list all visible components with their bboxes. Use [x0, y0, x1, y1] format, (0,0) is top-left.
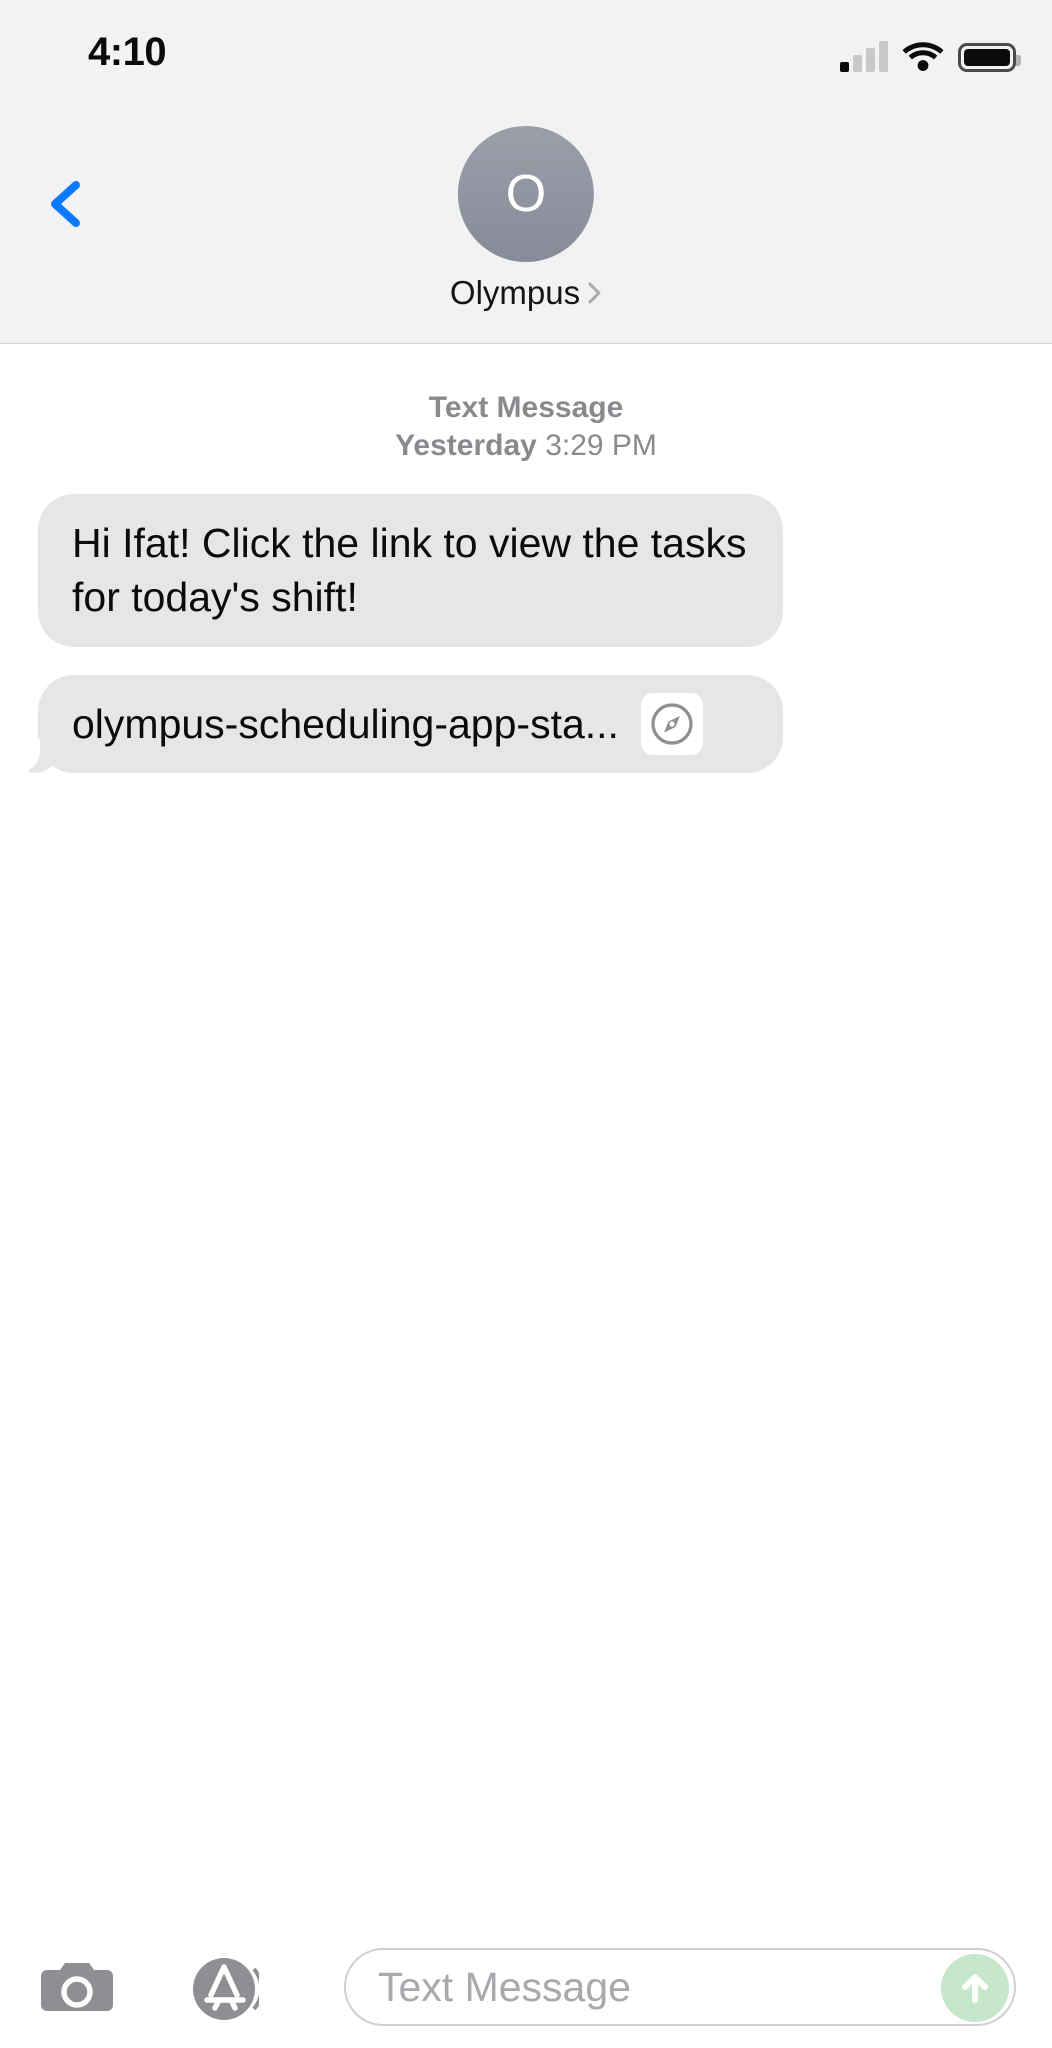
message-timestamp: Text Message Yesterday 3:29 PM	[0, 389, 1052, 466]
chevron-right-icon	[588, 282, 601, 304]
contact-name-row: Olympus	[450, 274, 602, 312]
app-store-button[interactable]	[191, 1955, 264, 2023]
wifi-icon	[902, 40, 944, 72]
timestamp-kind: Text Message	[428, 391, 624, 424]
link-url-text: olympus-scheduling-app-sta...	[72, 700, 619, 747]
timestamp-day: Yesterday	[395, 429, 537, 463]
timestamp-time: 3:29 PM	[545, 429, 657, 463]
status-bar-indicators	[840, 30, 1021, 72]
message-bubble-text[interactable]: Hi Ifat! Click the link to view the task…	[38, 493, 783, 647]
arrow-up-icon	[962, 1974, 988, 2003]
message-row: Hi Ifat! Click the link to view the task…	[0, 493, 1052, 647]
message-input-field[interactable]: Text Message	[344, 1948, 1016, 2026]
camera-button[interactable]	[41, 1959, 113, 2017]
message-composer-toolbar: Text Message	[0, 1927, 1052, 2048]
battery-icon	[958, 43, 1021, 72]
chevron-left-icon	[51, 181, 80, 227]
contact-name: Olympus	[449, 274, 581, 311]
contact-button[interactable]: O Olympus	[450, 126, 602, 312]
safari-compass-icon	[640, 692, 703, 755]
message-thread[interactable]: Text Message Yesterday 3:29 PM Hi Ifat! …	[0, 345, 1052, 1927]
app-store-icon	[193, 1958, 264, 2020]
timestamp-when: Yesterday 3:29 PM	[0, 427, 1052, 465]
send-button[interactable]	[941, 1954, 1009, 2022]
camera-icon	[41, 1963, 113, 2011]
avatar: O	[457, 126, 594, 262]
cellular-signal-icon	[840, 40, 888, 72]
back-button[interactable]	[38, 176, 94, 232]
messages-screen: 4:10 O Olympus Text Message Yesterday 3:…	[0, 0, 1052, 2048]
status-bar-time: 4:10	[88, 30, 167, 74]
avatar-initial: O	[505, 165, 547, 223]
message-row: olympus-scheduling-app-sta...	[0, 674, 1052, 773]
message-input-placeholder: Text Message	[378, 1963, 631, 2010]
status-bar: 4:10	[0, 0, 1052, 100]
conversation-header: O Olympus	[0, 100, 1052, 344]
message-bubble-link[interactable]: olympus-scheduling-app-sta...	[14, 674, 783, 773]
